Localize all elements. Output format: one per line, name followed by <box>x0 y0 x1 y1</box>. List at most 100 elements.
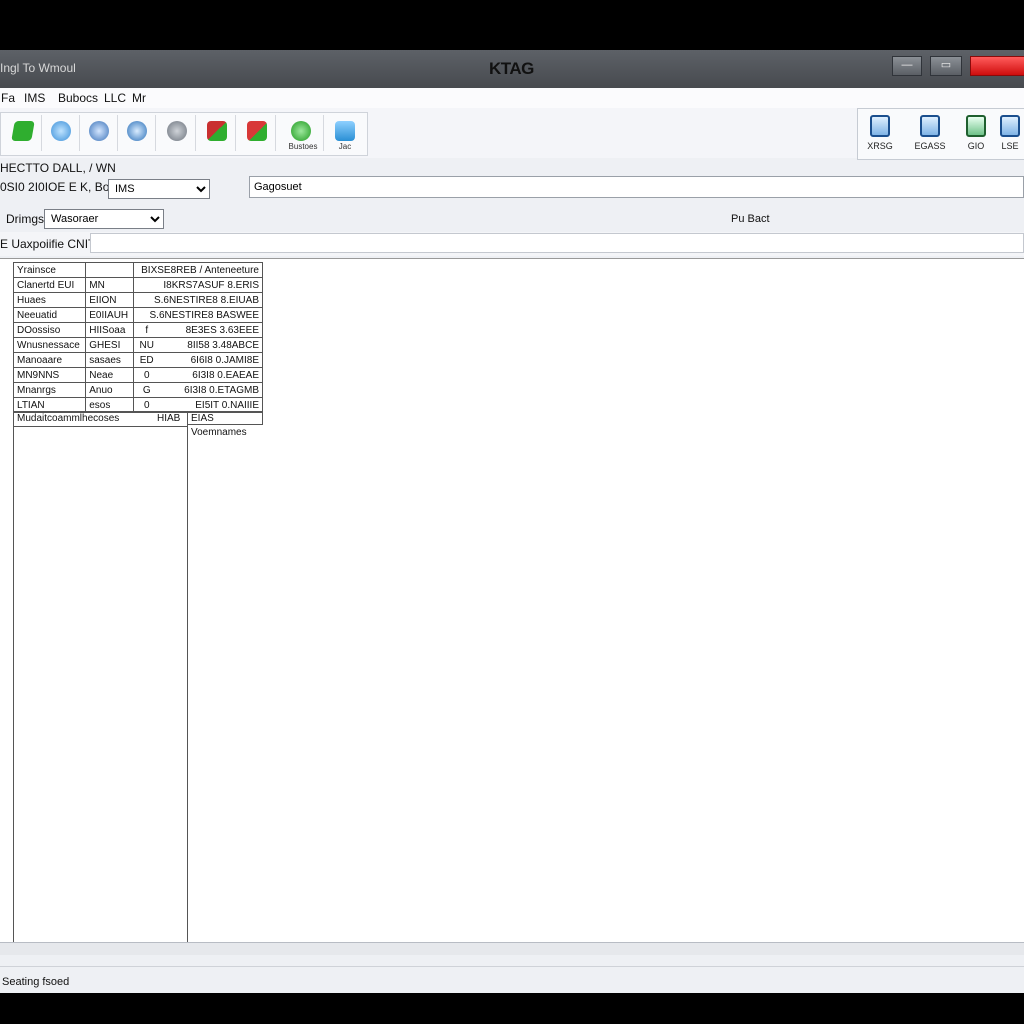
table-row[interactable]: Manoaare sasaes ED 6I6I8 0.JAMI8E <box>12 352 263 368</box>
table-cell: I8KRS7ASUF 8.ERIS <box>132 277 264 293</box>
table-cell: Manoaare <box>12 352 87 368</box>
description-field[interactable] <box>249 176 1024 198</box>
drivers-label: Drimgs <box>6 212 44 226</box>
flag-icon <box>207 121 227 141</box>
table-cell: ED <box>132 352 160 368</box>
table-row[interactable]: Clanertd EUI MN I8KRS7ASUF 8.ERIS <box>12 277 264 293</box>
form-row-3: Drimgs Wasoraer Pu Bact <box>0 206 1024 234</box>
table-row[interactable]: Wnusnessace GHESI NU 8II58 3.48ABCE <box>12 337 263 353</box>
read-button[interactable] <box>119 115 156 151</box>
table-cell: 0 <box>132 367 160 383</box>
monitor-button[interactable]: XRSG <box>860 113 900 155</box>
table-cell: Wnusnessace <box>12 337 87 353</box>
horizontal-scrollbar[interactable] <box>0 942 1024 955</box>
table-cell: HIISoaa <box>85 322 134 338</box>
table-cell: MN9NNS <box>12 367 87 383</box>
flag-button[interactable] <box>199 115 236 151</box>
table-cell: Huaes <box>12 292 87 308</box>
close-button[interactable] <box>970 56 1024 76</box>
title-bar[interactable]: Ingl To Wmoul KTAG — ▭ <box>0 50 1024 88</box>
save-button-label: EGASS <box>914 141 946 151</box>
table-cell: Mnanrgs <box>12 382 87 398</box>
power-icon <box>291 121 311 141</box>
table-cell: G <box>132 382 160 398</box>
protocol-select[interactable]: IMS <box>108 179 210 199</box>
table-cell: E0IIAUH <box>85 307 134 323</box>
save-icon <box>920 115 940 137</box>
network-icon <box>1000 115 1020 137</box>
battery-button-label: GIO <box>967 141 985 151</box>
menu-item-2[interactable]: IMS <box>24 91 45 105</box>
app-title: KTAG <box>489 59 534 78</box>
table-cell: Anuo <box>85 382 134 398</box>
table-cell: 6I6I8 0.JAMI8E <box>159 352 263 368</box>
window-subtitle: Ingl To Wmoul <box>0 61 76 75</box>
table-cell: 6I3I8 0.ETAGMB <box>159 382 263 398</box>
table-cell: S.6NESTIRE8 BASWEE <box>132 307 264 323</box>
table-row[interactable]: Neeuatid E0IIAUH S.6NESTIRE8 BASWEE <box>12 307 264 323</box>
table-cell: MN <box>85 277 134 293</box>
right-pane-header: EIAS Voemnames <box>187 411 263 438</box>
form-row-4: E Uaxpoiifie CNIT <box>0 232 1024 256</box>
disk-button[interactable] <box>43 115 80 151</box>
table-row[interactable]: MN9NNS Neae 0 6I3I8 0.EAEAE <box>12 367 263 383</box>
menu-item-5[interactable]: Mr <box>132 91 146 105</box>
menu-item-3[interactable]: Bubocs <box>58 91 98 105</box>
minimize-button[interactable]: — <box>892 56 922 76</box>
info-button-label: Jac <box>338 142 352 151</box>
table-cell: GHESI <box>85 337 134 353</box>
info-table: Yrainsce BIXSE8REB / Anteneeture Clanert… <box>12 262 264 413</box>
table-cell: f <box>132 322 160 338</box>
power-button[interactable]: Bustoes <box>283 115 324 151</box>
section-label: HECTTO DALL, / WN <box>0 161 116 175</box>
table-row[interactable]: DOossiso HIISoaa f 8E3ES 3.63EEE <box>12 322 263 338</box>
path-field[interactable] <box>90 233 1024 253</box>
settings-button[interactable] <box>159 115 196 151</box>
left-pane[interactable]: Mudaitcoammlhecoses HIAB <box>13 411 188 943</box>
table-cell: S.6NESTIRE8 8.EIUAB <box>132 292 264 308</box>
connect-button[interactable] <box>5 115 42 151</box>
table-header-cell <box>85 262 134 278</box>
port-label: Pu Bact <box>731 213 770 225</box>
maximize-button[interactable]: ▭ <box>930 56 962 76</box>
toolbar-group-main: Bustoes Jac <box>0 112 368 156</box>
table-cell: sasaes <box>85 352 134 368</box>
chip-icon <box>89 121 109 141</box>
left-pane-header: Mudaitcoammlhecoses HIAB <box>14 412 187 427</box>
table-row[interactable]: Mnanrgs Anuo G 6I3I8 0.ETAGMB <box>12 382 263 398</box>
ecu-label: 0SI0 2I0IOE E K, Boy <box>0 180 116 194</box>
menu-bar: Fa IMS Bubocs LLC Mr <box>0 88 1024 108</box>
table-cell: DOossiso <box>12 322 87 338</box>
menu-item-file[interactable]: Fa <box>1 91 15 105</box>
toolbar-group-right: XRSG EGASS GIO LSE <box>857 108 1024 160</box>
menu-item-4[interactable]: LLC <box>104 91 126 105</box>
left-pane-number: HIAB <box>157 413 181 424</box>
app-window: Ingl To Wmoul KTAG — ▭ Fa IMS Bubocs LLC… <box>0 50 1024 993</box>
connect-icon <box>11 121 35 141</box>
pane-divider[interactable] <box>187 425 188 941</box>
table-cell: 6I3I8 0.EAEAE <box>159 367 263 383</box>
save-button[interactable]: EGASS <box>910 113 950 155</box>
status-bar: Seating fsoed <box>0 966 1024 993</box>
network-button-label: LSE <box>1001 141 1019 151</box>
power-button-label: Bustoes <box>288 142 318 151</box>
read-icon <box>127 121 147 141</box>
toolbar: Bustoes Jac XRSG EGASS GIO LSE <box>0 108 1024 160</box>
table-header-cell: Yrainsce <box>12 262 87 278</box>
left-pane-title: Mudaitcoammlhecoses <box>17 413 120 424</box>
table-cell: Clanertd EUI <box>12 277 87 293</box>
info-icon <box>335 121 355 141</box>
settings-icon <box>167 121 187 141</box>
chip-button[interactable] <box>81 115 118 151</box>
driver-select[interactable]: Wasoraer <box>44 209 164 229</box>
info-button[interactable]: Jac <box>327 115 363 151</box>
status-text: Seating fsoed <box>2 976 70 988</box>
table-row[interactable]: Huaes EIION S.6NESTIRE8 8.EIUAB <box>12 292 264 308</box>
table-cell: 8E3ES 3.63EEE <box>159 322 263 338</box>
table-cell: NU <box>132 337 160 353</box>
battery-button[interactable]: GIO <box>956 113 996 155</box>
network-button[interactable]: LSE <box>996 113 1024 155</box>
table-cell: Neeuatid <box>12 307 87 323</box>
table-cell: 8II58 3.48ABCE <box>159 337 263 353</box>
map-button[interactable] <box>239 115 276 151</box>
